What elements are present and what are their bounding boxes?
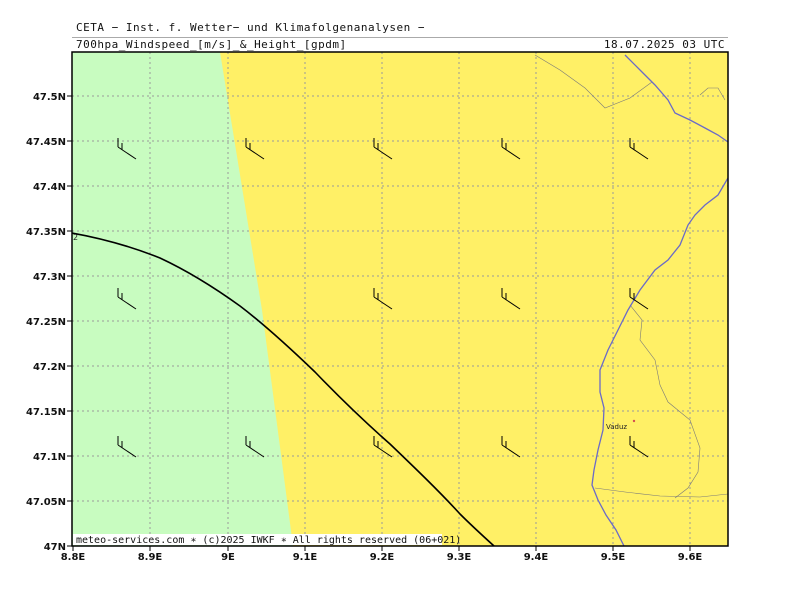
- x-tick-label: 8.9E: [138, 552, 163, 563]
- y-tick-label: 47.2N: [33, 362, 66, 373]
- y-tick-labels: 47N 47.05N 47.1N 47.15N 47.2N 47.25N 47.…: [26, 92, 66, 553]
- x-tick-label: 9.2E: [370, 552, 395, 563]
- wind-height-map: 2 Vaduz meteo-services.com ∗ (c)2025 IWK…: [26, 51, 729, 563]
- vaduz-marker: [632, 419, 636, 423]
- y-tick-label: 47.1N: [33, 452, 66, 463]
- y-tick-label: 47.25N: [26, 317, 66, 328]
- y-tick-label: 47.5N: [33, 92, 66, 103]
- x-tick-label: 9E: [221, 552, 235, 563]
- x-tick-labels: 8.8E 8.9E 9E 9.1E 9.2E 9.3E 9.4E 9.5E 9.…: [61, 552, 703, 563]
- x-tick-label: 9.4E: [524, 552, 549, 563]
- y-tick-label: 47.4N: [33, 182, 66, 193]
- y-tick-label: 47.35N: [26, 227, 66, 238]
- x-tick-label: 9.6E: [678, 552, 703, 563]
- vaduz-label: Vaduz: [606, 423, 627, 431]
- contour-label: 2: [73, 233, 78, 242]
- y-tick-label: 47.15N: [26, 407, 66, 418]
- x-tick-label: 8.8E: [61, 552, 86, 563]
- y-tick-label: 47N: [44, 542, 66, 553]
- y-tick-label: 47.3N: [33, 272, 66, 283]
- y-tick-label: 47.05N: [26, 497, 66, 508]
- x-tick-label: 9.1E: [293, 552, 318, 563]
- y-tick-label: 47.45N: [26, 137, 66, 148]
- x-tick-label: 9.3E: [447, 552, 472, 563]
- x-tick-label: 9.5E: [601, 552, 626, 563]
- footer-credit: meteo-services.com ∗ (c)2025 IWKF ∗ All …: [76, 535, 461, 546]
